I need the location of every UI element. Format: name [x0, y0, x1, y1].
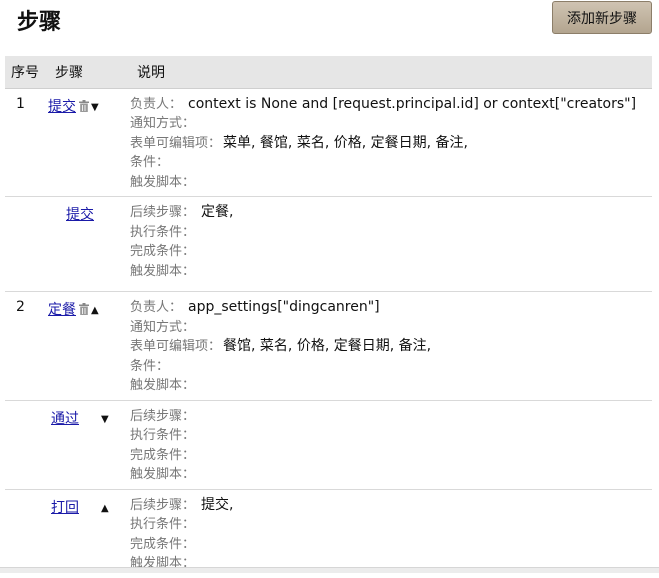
move-down-icon[interactable]: ▼: [91, 102, 99, 113]
transition-link[interactable]: 通过: [51, 411, 79, 427]
table-row: 打回 ▲ 后续步骤： 提交, 执行条件： 完成条件： 触发脚本：: [5, 488, 652, 578]
desc-cell: 后续步骤： 定餐, 执行条件： 完成条件： 触发脚本：: [130, 196, 652, 292]
horizontal-scrollbar[interactable]: [0, 567, 659, 573]
table-row: 2 定餐 ▲ 负责人： app_settings["dingcanren"] 通知方…: [5, 291, 652, 400]
desc-cell: 负责人： context is None and [request.princip…: [130, 87, 652, 197]
owner-value: app_settings["dingcanren"]: [188, 299, 380, 315]
trash-icon[interactable]: [79, 99, 89, 112]
transition-cell: 提交: [48, 196, 130, 292]
column-header-desc: 说明: [130, 56, 652, 88]
editable-value: 菜单, 餐馆, 菜名, 价格, 定餐日期, 备注,: [223, 134, 468, 151]
next-step-value: 定餐,: [201, 204, 234, 220]
move-up-icon[interactable]: ▲: [101, 503, 109, 514]
desc-cell: 后续步骤： 提交, 执行条件： 完成条件： 触发脚本：: [130, 488, 652, 578]
transition-cell: 通过 ▼: [48, 399, 130, 489]
step-cell: 定餐 ▲: [48, 291, 130, 400]
move-down-icon[interactable]: ▼: [101, 414, 109, 425]
table-row: 提交 后续步骤： 定餐, 执行条件： 完成条件： 触发脚本：: [5, 196, 652, 292]
next-step-value: 提交,: [201, 496, 234, 513]
desc-cell: 负责人： app_settings["dingcanren"] 通知方式： 表单可…: [130, 291, 652, 400]
editable-value: 餐馆, 菜名, 价格, 定餐日期, 备注,: [223, 338, 432, 354]
transition-link[interactable]: 提交: [66, 207, 94, 223]
table-row: 1 提交 ▼ 负责人： context is None and [request.p…: [5, 87, 652, 197]
transition-cell: 打回 ▲: [48, 488, 130, 578]
step-cell: 提交 ▼: [48, 87, 130, 197]
table-row: 通过 ▼ 后续步骤： 执行条件： 完成条件： 触发脚本：: [5, 399, 652, 489]
trash-icon[interactable]: [79, 303, 89, 315]
step-link[interactable]: 定餐: [48, 302, 76, 318]
owner-value: context is None and [request.principal.i…: [188, 95, 637, 112]
add-step-button[interactable]: 添加新步骤: [552, 1, 652, 34]
column-header-seq: 序号: [5, 56, 48, 88]
step-link[interactable]: 提交: [48, 99, 76, 115]
page-title: 步骤: [17, 10, 62, 35]
move-up-icon[interactable]: ▲: [91, 305, 99, 316]
seq-cell: 2: [5, 291, 48, 400]
desc-cell: 后续步骤： 执行条件： 完成条件： 触发脚本：: [130, 399, 652, 489]
column-header-step: 步骤: [48, 56, 130, 88]
table-header-row: 序号 步骤 说明: [5, 56, 652, 88]
steps-table: 序号 步骤 说明 1 提交 ▼ 负责人： context is None and […: [5, 56, 652, 578]
seq-cell: 1: [5, 87, 48, 197]
transition-link[interactable]: 打回: [51, 500, 79, 516]
